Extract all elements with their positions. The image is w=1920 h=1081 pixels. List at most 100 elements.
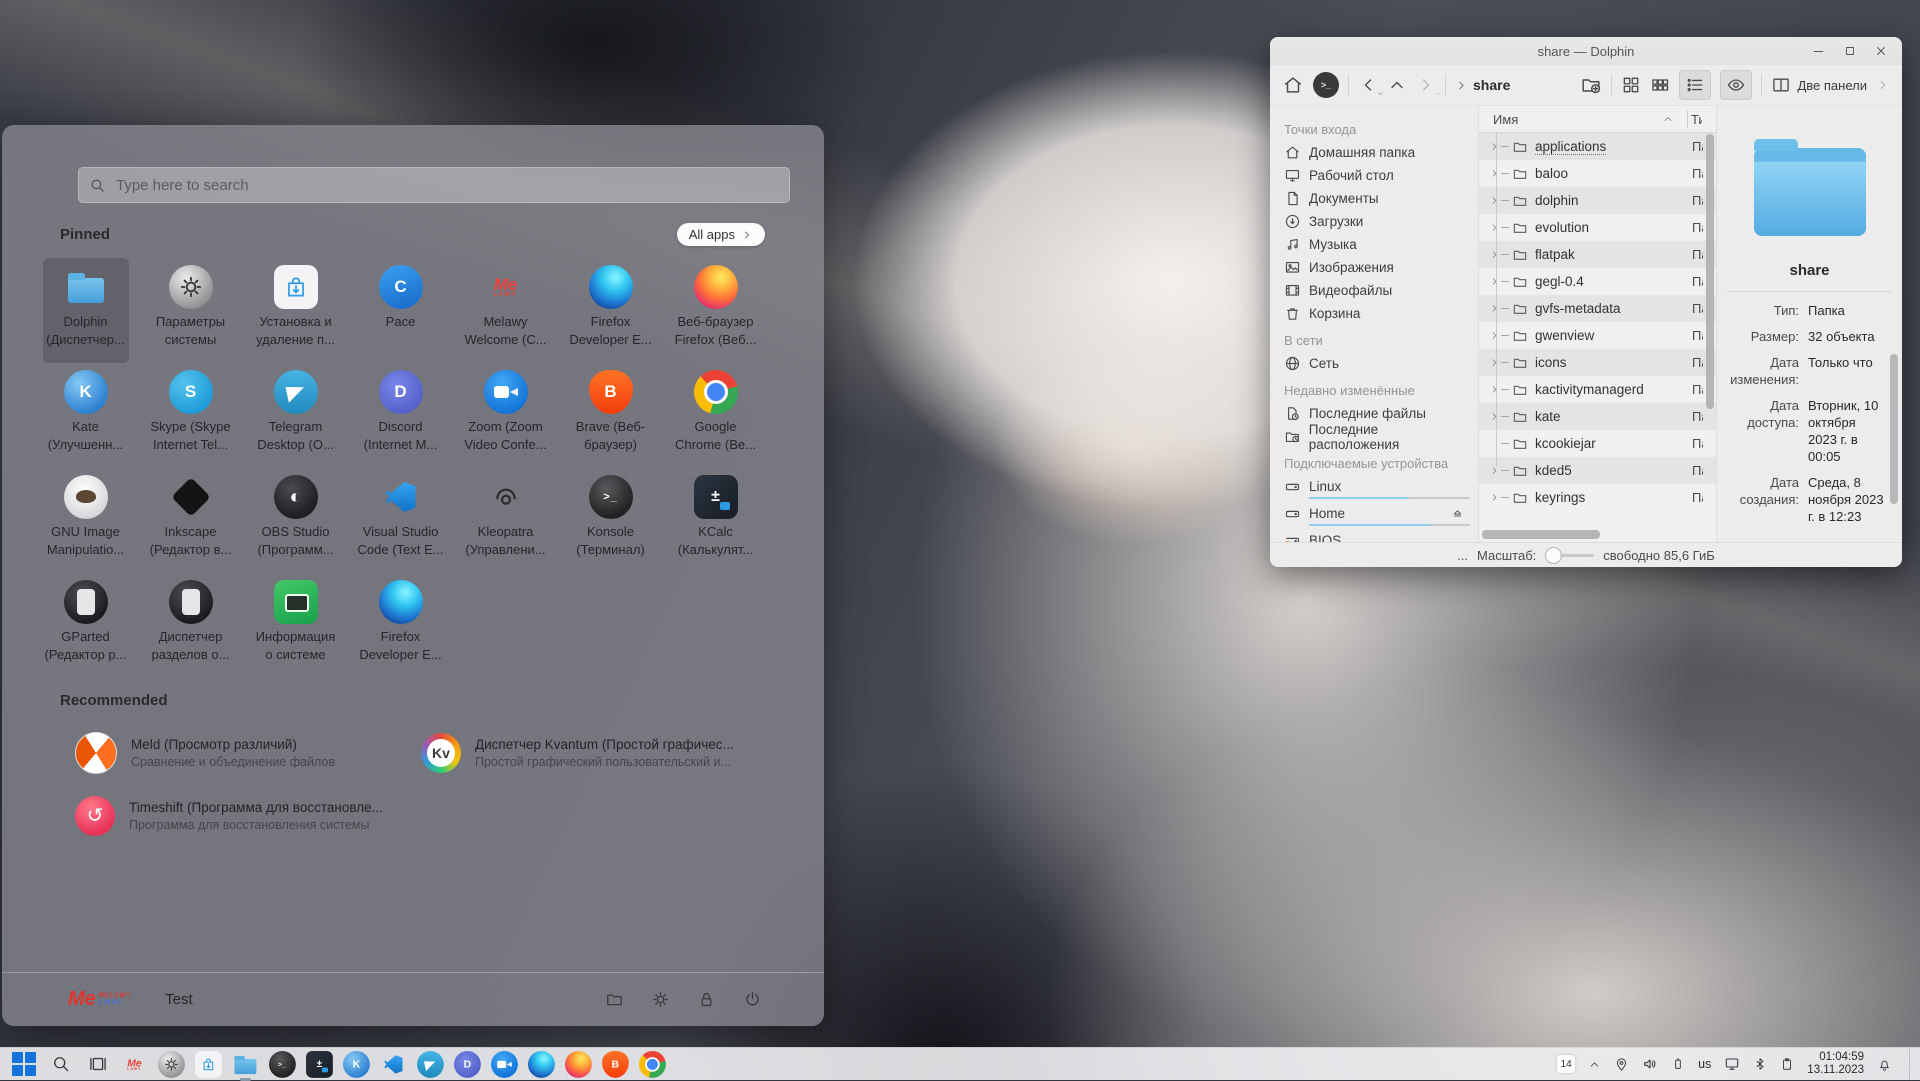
- recommended-item-meld[interactable]: Meld (Просмотр различий) Сравнение и объ…: [75, 721, 421, 784]
- app-tile-skype[interactable]: S Skype (Skype Internet Tel...: [148, 363, 234, 468]
- status-overflow[interactable]: ...: [1457, 548, 1468, 563]
- place-network[interactable]: Сеть: [1284, 352, 1470, 375]
- app-tile-inkscape[interactable]: ^ Inkscape (Редактор в...: [148, 468, 234, 573]
- app-tile-vscode[interactable]: Visual Studio Code (Text E...: [358, 468, 444, 573]
- expand-icon[interactable]: [1489, 384, 1500, 395]
- taskbar-system-settings[interactable]: [158, 1051, 185, 1078]
- split-view-button[interactable]: Две панели: [1771, 75, 1867, 95]
- search-input[interactable]: [114, 176, 779, 195]
- place-downloads[interactable]: Загрузки: [1284, 210, 1470, 233]
- details-view-button[interactable]: [1679, 70, 1711, 100]
- app-tile-zoom[interactable]: Zoom (Zoom Video Confe...: [463, 363, 549, 468]
- place-images[interactable]: Изображения: [1284, 256, 1470, 279]
- folder-row-dolphin[interactable]: dolphinПапка: [1479, 187, 1716, 214]
- app-tile-gparted[interactable]: GParted (Редактор р...: [43, 573, 129, 678]
- expand-icon[interactable]: [1489, 222, 1500, 233]
- column-divider[interactable]: [1687, 110, 1688, 128]
- back-dropdown-icon[interactable]: [1376, 89, 1385, 98]
- folder-row-baloo[interactable]: balooПапка: [1479, 160, 1716, 187]
- app-tile-kcalc[interactable]: ± KCalc (Калькулят...: [673, 468, 759, 573]
- settings-button[interactable]: [651, 990, 670, 1009]
- app-tile-firefox-developer[interactable]: Firefox Developer E...: [568, 258, 654, 363]
- app-tile-partition-manager[interactable]: Диспетчер разделов о...: [148, 573, 234, 678]
- minimize-button[interactable]: [1811, 44, 1826, 59]
- folder-row-kded5[interactable]: kded5Папка: [1479, 457, 1716, 484]
- vertical-scrollbar[interactable]: [1705, 134, 1715, 516]
- clock[interactable]: 01:04:59 13.11.2023: [1807, 1051, 1864, 1077]
- expand-icon[interactable]: [1489, 168, 1500, 179]
- task-view-button[interactable]: [84, 1051, 111, 1078]
- preview-button[interactable]: [1720, 70, 1752, 100]
- app-tile-firefox-developer-2[interactable]: Firefox Developer E...: [358, 573, 444, 678]
- notification-count-badge[interactable]: 14: [1557, 1055, 1575, 1073]
- place-desktop[interactable]: Рабочий стол: [1284, 164, 1470, 187]
- folder-row-kactivitymanagerd[interactable]: kactivitymanagerdПапка: [1479, 376, 1716, 403]
- folder-row-evolution[interactable]: evolutionПапка: [1479, 214, 1716, 241]
- expand-icon[interactable]: [1489, 141, 1500, 152]
- folder-row-kcookiejar[interactable]: kcookiejarПапка: [1479, 430, 1716, 457]
- app-tile-kleopatra[interactable]: Kleopatra (Управлени...: [463, 468, 549, 573]
- app-tile-system-settings[interactable]: Параметры системы: [148, 258, 234, 363]
- place-videos[interactable]: Видеофайлы: [1284, 279, 1470, 302]
- search-box[interactable]: [78, 167, 790, 203]
- place-documents[interactable]: Документы: [1284, 187, 1470, 210]
- zoom-slider[interactable]: [1545, 547, 1594, 564]
- expand-icon[interactable]: [1489, 330, 1500, 341]
- notifications-icon[interactable]: [1877, 1057, 1892, 1072]
- place-recent-locations[interactable]: Последние расположения: [1284, 425, 1470, 448]
- app-tile-chrome[interactable]: Google Chrome (Be...: [673, 363, 759, 468]
- expand-icon[interactable]: [1489, 411, 1500, 422]
- battery-icon[interactable]: [1671, 1057, 1685, 1071]
- taskbar-kcalc[interactable]: ±: [306, 1051, 333, 1078]
- expand-icon[interactable]: [1489, 492, 1500, 503]
- recommended-item-kvantum[interactable]: Kv Диспетчер Kvantum (Простой графичес..…: [421, 721, 767, 784]
- app-tile-pace[interactable]: C Pace: [358, 258, 444, 363]
- expand-icon[interactable]: [1489, 303, 1500, 314]
- app-tile-telegram[interactable]: Telegram Desktop (O...: [253, 363, 339, 468]
- device-linux[interactable]: Linux: [1284, 475, 1470, 502]
- bluetooth-icon[interactable]: [1753, 1057, 1767, 1071]
- folder-row-icons[interactable]: iconsПапка: [1479, 349, 1716, 376]
- show-desktop-strip[interactable]: [1909, 1048, 1914, 1081]
- name-column-header[interactable]: Имя: [1493, 112, 1518, 127]
- eject-icon[interactable]: [1451, 507, 1464, 520]
- expand-icon[interactable]: [1489, 276, 1500, 287]
- app-tile-system-info[interactable]: Информация о системе: [253, 573, 339, 678]
- taskbar-firefox[interactable]: [565, 1051, 592, 1078]
- location-icon[interactable]: [1614, 1057, 1629, 1072]
- taskbar-kate[interactable]: K: [343, 1051, 370, 1078]
- volume-icon[interactable]: [1642, 1056, 1658, 1072]
- keyboard-layout[interactable]: us: [1698, 1057, 1711, 1071]
- close-button[interactable]: [1874, 44, 1888, 58]
- power-button[interactable]: [743, 990, 762, 1009]
- expand-icon[interactable]: [1489, 195, 1500, 206]
- app-tile-gimp[interactable]: GNU Image Manipulatio...: [43, 468, 129, 573]
- taskbar-melawy-button[interactable]: MeLAWY: [121, 1051, 148, 1078]
- all-apps-button[interactable]: All apps: [677, 223, 765, 246]
- info-panel-scrollbar[interactable]: [1890, 354, 1898, 504]
- column-header[interactable]: Имя Тип: [1479, 106, 1716, 133]
- app-tile-dolphin[interactable]: Dolphin (Диспетчер...: [43, 258, 129, 363]
- app-tile-brave[interactable]: B Brave (Веб- браузер): [568, 363, 654, 468]
- device-home[interactable]: Home: [1284, 502, 1470, 529]
- taskbar-brave[interactable]: B: [602, 1051, 629, 1078]
- place-music[interactable]: Музыка: [1284, 233, 1470, 256]
- terminal-avatar-icon[interactable]: >_: [1313, 72, 1339, 98]
- app-tile-discord[interactable]: D Discord (Internet M...: [358, 363, 444, 468]
- taskbar-installer[interactable]: [195, 1051, 222, 1078]
- app-tile-konsole[interactable]: >_ Konsole (Терминал): [568, 468, 654, 573]
- folder-row-applications[interactable]: applicationsПапка: [1479, 133, 1716, 160]
- home-button[interactable]: [1282, 74, 1304, 96]
- place-trash[interactable]: Корзина: [1284, 302, 1470, 325]
- app-tile-installer[interactable]: Установка и удаление п...: [253, 258, 339, 363]
- folder-row-flatpak[interactable]: flatpakПапка: [1479, 241, 1716, 268]
- taskbar-vscode[interactable]: [380, 1051, 407, 1078]
- app-tile-obs-studio[interactable]: ◐ OBS Studio (Программ...: [253, 468, 339, 573]
- maximize-button[interactable]: [1843, 44, 1857, 58]
- app-tile-firefox[interactable]: Веб-браузер Firefox (Веб...: [673, 258, 759, 363]
- type-column-header[interactable]: Тип: [1691, 112, 1702, 127]
- breadcrumb[interactable]: share: [1455, 77, 1510, 93]
- expand-icon[interactable]: [1489, 249, 1500, 260]
- toolbar-overflow-icon[interactable]: [1876, 78, 1890, 92]
- folder-row-kate[interactable]: kateПапка: [1479, 403, 1716, 430]
